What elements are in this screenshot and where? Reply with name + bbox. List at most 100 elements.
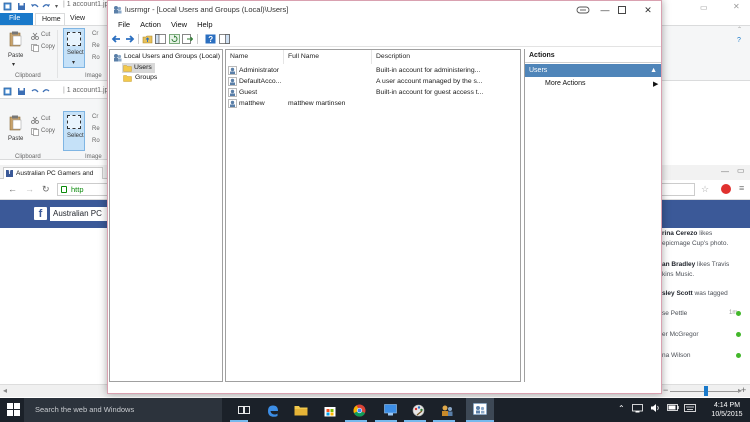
- ticker-item-1[interactable]: rina Cerezo likes: [662, 230, 712, 237]
- menu-help[interactable]: Help: [192, 19, 217, 31]
- paste-button[interactable]: Paste: [8, 53, 23, 59]
- address-input-end[interactable]: [661, 183, 695, 196]
- save-icon[interactable]: [17, 87, 26, 96]
- help-icon[interactable]: ?: [205, 34, 216, 44]
- browser-tab[interactable]: f Australian PC Gamers and: [3, 167, 103, 179]
- paste-button[interactable]: Paste: [8, 136, 23, 142]
- crop-button[interactable]: Cr: [92, 31, 98, 37]
- zoom-out-icon[interactable]: −: [663, 385, 668, 395]
- paste-dropdown-icon[interactable]: ▾: [12, 61, 15, 68]
- menu-icon[interactable]: ≡: [739, 183, 744, 193]
- windows-start-icon[interactable]: [7, 403, 20, 416]
- users-taskbar-icon[interactable]: [438, 401, 456, 419]
- up-folder-icon[interactable]: [142, 34, 153, 44]
- chat-contact-3[interactable]: na Wilson: [662, 352, 691, 359]
- address-input[interactable]: http: [57, 183, 109, 196]
- copy-button[interactable]: Copy: [41, 44, 55, 50]
- redo-icon[interactable]: [42, 2, 51, 11]
- back-arrow-icon[interactable]: [111, 34, 122, 44]
- refresh-icon[interactable]: [169, 34, 180, 44]
- tab-file[interactable]: File: [0, 13, 33, 25]
- action-pane-icon[interactable]: [219, 34, 230, 44]
- remote-desktop-icon[interactable]: [381, 401, 399, 419]
- maximize-icon[interactable]: [608, 1, 636, 19]
- close-icon[interactable]: ✕: [733, 2, 740, 11]
- chat-contact-1[interactable]: se Pettle: [662, 310, 687, 317]
- tree-node-groups[interactable]: Groups: [135, 74, 157, 81]
- show-tree-icon[interactable]: [155, 34, 166, 44]
- menu-view[interactable]: View: [166, 19, 192, 31]
- actions-group-users[interactable]: Users ▲: [525, 64, 661, 77]
- redo-icon[interactable]: [42, 87, 51, 96]
- chevron-up-icon[interactable]: ⌃: [737, 26, 742, 33]
- zoom-slider-thumb[interactable]: [704, 386, 708, 396]
- scroll-left-icon[interactable]: ◂: [3, 386, 7, 395]
- paint-taskbar-icon[interactable]: [409, 401, 427, 419]
- edge-browser-icon[interactable]: [263, 401, 281, 419]
- save-icon[interactable]: [17, 2, 26, 11]
- chrome-icon[interactable]: [350, 401, 368, 419]
- forward-arrow-icon[interactable]: →: [25, 184, 34, 194]
- window-titlebar[interactable]: lusrmgr - [Local Users and Groups (Local…: [108, 1, 661, 19]
- chat-contact-2[interactable]: er McGregor: [662, 331, 698, 338]
- star-icon[interactable]: ☆: [701, 184, 709, 195]
- table-row[interactable]: matthew matthew martinsen: [226, 98, 520, 109]
- forward-arrow-icon[interactable]: [124, 34, 135, 44]
- network-icon[interactable]: [632, 404, 643, 413]
- store-icon[interactable]: [321, 401, 339, 419]
- lusrmgr-taskbar-button[interactable]: [466, 398, 494, 422]
- export-list-icon[interactable]: [182, 34, 193, 44]
- facebook-search-input[interactable]: Australian PC: [50, 207, 110, 221]
- reload-icon[interactable]: ↻: [42, 184, 50, 195]
- chevron-right-icon[interactable]: ▶: [653, 80, 658, 88]
- rotate-button[interactable]: Ro: [92, 138, 100, 144]
- rotate-button[interactable]: Ro: [92, 55, 100, 61]
- table-row[interactable]: DefaultAcco... A user account managed by…: [226, 76, 520, 87]
- maximize-icon[interactable]: ▭: [737, 166, 745, 175]
- taskbar-clock[interactable]: 4:14 PM 10/5/2015: [705, 401, 749, 419]
- resize-button[interactable]: Re: [92, 43, 100, 49]
- collapse-up-icon[interactable]: ▲: [650, 64, 657, 77]
- cut-button[interactable]: Cut: [41, 116, 50, 122]
- column-header-name[interactable]: Name: [226, 50, 284, 64]
- task-view-icon[interactable]: [235, 401, 253, 419]
- undo-icon[interactable]: [30, 2, 39, 11]
- resize-button[interactable]: Re: [92, 126, 100, 132]
- ticker-item-2[interactable]: an Bradley likes Travis: [662, 261, 729, 268]
- paste-icon[interactable]: [8, 31, 22, 47]
- column-header-full-name[interactable]: Full Name: [284, 50, 372, 64]
- table-row[interactable]: Guest Built-in account for guest access …: [226, 87, 520, 98]
- tree-root-node[interactable]: Local Users and Groups (Local): [124, 53, 220, 60]
- column-header-description[interactable]: Description: [372, 50, 520, 64]
- more-actions-item[interactable]: More Actions: [545, 80, 585, 87]
- select-button[interactable]: Select ▾: [63, 28, 85, 68]
- tree-node-users[interactable]: Users: [122, 63, 155, 73]
- minimize-icon[interactable]: —: [721, 167, 729, 176]
- zoom-in-icon[interactable]: +: [741, 385, 746, 395]
- menu-action[interactable]: Action: [135, 19, 166, 31]
- help-icon[interactable]: ?: [737, 37, 741, 44]
- battery-icon[interactable]: [667, 403, 679, 412]
- back-arrow-icon[interactable]: ←: [8, 184, 17, 194]
- close-icon[interactable]: ✕: [634, 1, 662, 19]
- chevron-down-icon[interactable]: ▾: [55, 3, 58, 10]
- tab-home[interactable]: Home: [35, 13, 65, 25]
- volume-icon[interactable]: [650, 403, 661, 413]
- copy-button[interactable]: Copy: [41, 128, 55, 134]
- select-button[interactable]: Select: [63, 111, 85, 151]
- crop-button[interactable]: Cr: [92, 114, 98, 120]
- keyboard-icon[interactable]: [684, 404, 696, 412]
- tab-view[interactable]: View: [70, 13, 85, 25]
- notification-chevron-up-icon[interactable]: ⌃: [618, 404, 625, 413]
- menu-file[interactable]: File: [113, 19, 135, 31]
- paste-icon[interactable]: [8, 115, 22, 131]
- facebook-logo-icon[interactable]: f: [34, 207, 47, 220]
- undo-icon[interactable]: [30, 87, 39, 96]
- table-row[interactable]: Administrator Built-in account for admin…: [226, 65, 520, 76]
- select-label: Select: [67, 133, 84, 139]
- file-explorer-icon[interactable]: [292, 401, 310, 419]
- ticker-item-3[interactable]: sley Scott was tagged: [662, 290, 728, 297]
- minimize-icon[interactable]: ▭: [700, 3, 708, 12]
- cut-button[interactable]: Cut: [41, 32, 50, 38]
- extension-icon[interactable]: [721, 184, 731, 194]
